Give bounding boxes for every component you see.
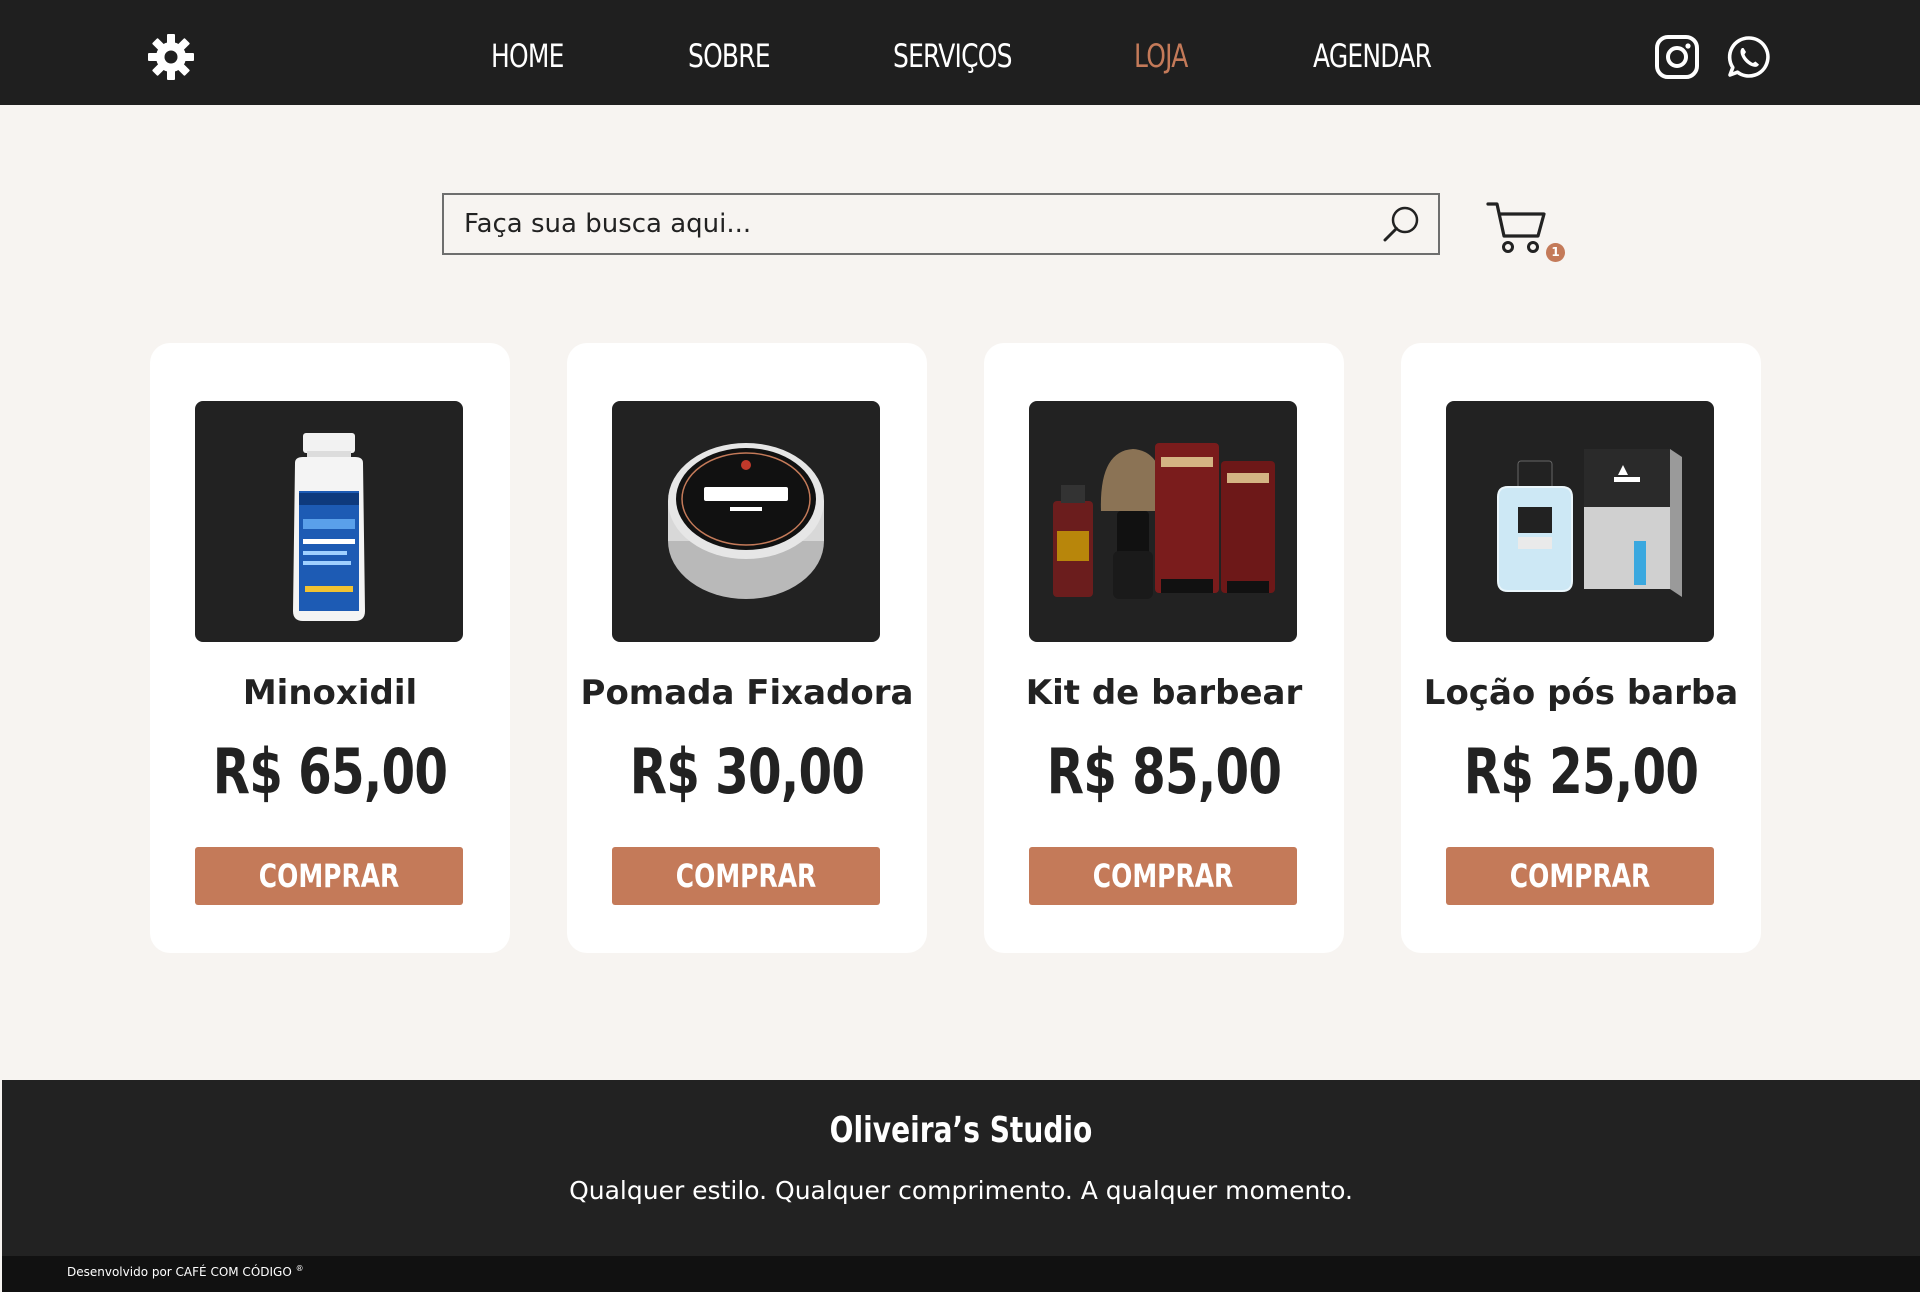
- product-image-pomada[interactable]: [612, 401, 880, 642]
- buy-button[interactable]: COMPRAR: [1446, 847, 1714, 905]
- product-card: Minoxidil R$ 65,00 COMPRAR: [150, 343, 510, 953]
- instagram-icon[interactable]: [1654, 34, 1700, 80]
- product-name: Loção pós barba: [1423, 673, 1739, 713]
- product-image-locao[interactable]: [1446, 401, 1714, 642]
- search-input[interactable]: [464, 195, 1364, 253]
- buy-button-label: COMPRAR: [1092, 857, 1234, 895]
- developer-credit: Desenvolvido por CAFÉ COM CÓDIGO ®: [67, 1264, 304, 1279]
- product-image-kit-barbear[interactable]: [1029, 401, 1297, 642]
- nav-home-link[interactable]: HOME: [491, 30, 564, 82]
- product-image-minoxidil[interactable]: [195, 401, 463, 642]
- product-price: R$ 85,00: [1046, 735, 1282, 808]
- whatsapp-icon[interactable]: [1726, 34, 1772, 80]
- product-price: R$ 30,00: [629, 735, 865, 808]
- cart-count-badge: 1: [1546, 243, 1565, 262]
- nav-agendar-link[interactable]: AGENDAR: [1313, 30, 1432, 82]
- nav-loja-link[interactable]: LOJA: [1134, 30, 1188, 82]
- buy-button[interactable]: COMPRAR: [612, 847, 880, 905]
- shopping-cart-icon[interactable]: [1486, 200, 1548, 256]
- footer: Oliveira’s Studio Qualquer estilo. Qualq…: [2, 1080, 1920, 1256]
- buy-button-label: COMPRAR: [258, 857, 400, 895]
- buy-button[interactable]: COMPRAR: [195, 847, 463, 905]
- buy-button-label: COMPRAR: [1509, 857, 1651, 895]
- top-navbar: HOME SOBRE SERVIÇOS LOJA AGENDAR: [0, 0, 1920, 105]
- product-price: R$ 65,00: [212, 735, 448, 808]
- product-name: Kit de barbear: [1025, 673, 1303, 713]
- product-card: Loção pós barba R$ 25,00 COMPRAR: [1401, 343, 1761, 953]
- buy-button-label: COMPRAR: [675, 857, 817, 895]
- product-name: Pomada Fixadora: [580, 673, 914, 713]
- nav-servicos-link[interactable]: SERVIÇOS: [893, 30, 1012, 82]
- buy-button[interactable]: COMPRAR: [1029, 847, 1297, 905]
- nav-sobre-link[interactable]: SOBRE: [688, 30, 771, 82]
- registered-mark: ®: [295, 1264, 304, 1273]
- product-price: R$ 25,00: [1463, 735, 1699, 808]
- search-icon[interactable]: [1379, 203, 1423, 247]
- product-name: Minoxidil: [242, 673, 418, 713]
- footer-title: Oliveira’s Studio: [829, 1110, 1093, 1151]
- footer-tagline: Qualquer estilo. Qualquer comprimento. A…: [569, 1176, 1353, 1205]
- credit-bar: Desenvolvido por CAFÉ COM CÓDIGO ®: [2, 1256, 1920, 1292]
- product-card: Kit de barbear R$ 85,00 COMPRAR: [984, 343, 1344, 953]
- gear-icon[interactable]: [147, 33, 195, 81]
- developer-credit-text: Desenvolvido por CAFÉ COM CÓDIGO: [67, 1265, 292, 1279]
- product-card: Pomada Fixadora R$ 30,00 COMPRAR: [567, 343, 927, 953]
- search-bar: [442, 193, 1440, 255]
